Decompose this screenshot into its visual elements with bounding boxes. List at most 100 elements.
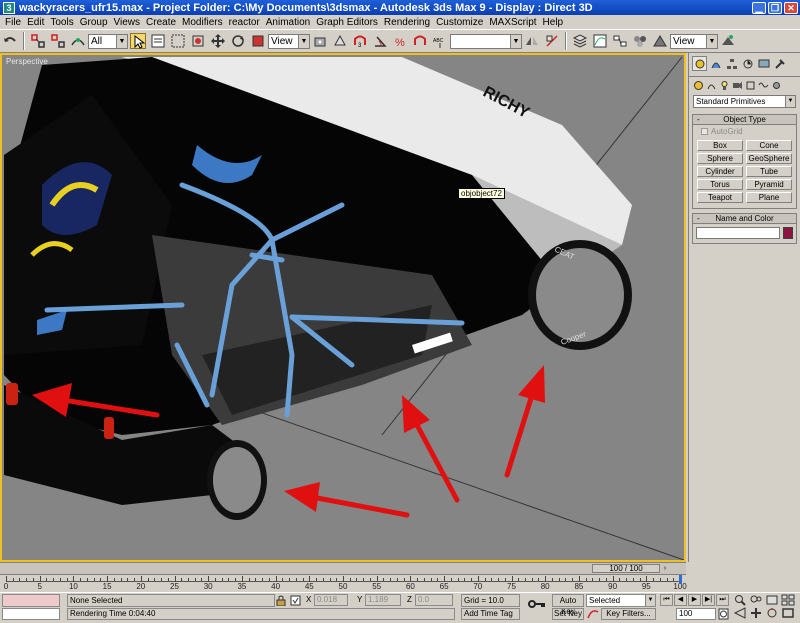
material-editor-icon[interactable] bbox=[632, 33, 648, 49]
pan-view-icon[interactable] bbox=[749, 607, 763, 619]
lights-icon[interactable] bbox=[718, 79, 730, 91]
tube-button[interactable]: Tube bbox=[746, 166, 792, 177]
add-time-tag-button[interactable]: Add Time Tag bbox=[461, 608, 520, 620]
cone-button[interactable]: Cone bbox=[746, 140, 792, 151]
menu-help[interactable]: Help bbox=[540, 17, 567, 28]
object-color-swatch[interactable] bbox=[783, 227, 793, 239]
set-key-button[interactable]: Set Key bbox=[552, 608, 584, 620]
next-frame-icon[interactable]: ▶| bbox=[702, 594, 715, 606]
menu-graph-editors[interactable]: Graph Editors bbox=[313, 17, 381, 28]
named-selection-set-dropdown[interactable]: ▼ bbox=[450, 33, 522, 49]
arc-rotate-icon[interactable] bbox=[765, 607, 779, 619]
render-view-dropdown[interactable]: View ▼ bbox=[670, 33, 718, 49]
select-and-rotate-icon[interactable] bbox=[230, 33, 246, 49]
helpers-icon[interactable] bbox=[744, 79, 756, 91]
percent-snap-icon[interactable]: % bbox=[392, 33, 408, 49]
object-type-rollout-header[interactable]: - Object Type bbox=[693, 114, 796, 125]
menu-rendering[interactable]: Rendering bbox=[381, 17, 433, 28]
layer-manager-icon[interactable] bbox=[572, 33, 588, 49]
geometry-icon[interactable] bbox=[692, 79, 704, 91]
select-and-scale-icon[interactable] bbox=[250, 33, 266, 49]
field-of-view-icon[interactable] bbox=[733, 607, 747, 619]
time-slider-next-arrow[interactable]: › bbox=[660, 564, 670, 573]
go-to-start-icon[interactable]: ⏮ bbox=[660, 594, 673, 606]
time-slider-thumb[interactable]: 100 / 100 bbox=[592, 564, 660, 573]
play-icon[interactable]: ▶ bbox=[688, 594, 701, 606]
menu-modifiers[interactable]: Modifiers bbox=[179, 17, 226, 28]
menu-reactor[interactable]: reactor bbox=[226, 17, 263, 28]
reference-coordinate-dropdown[interactable]: View ▼ bbox=[268, 33, 310, 49]
menu-animation[interactable]: Animation bbox=[263, 17, 313, 28]
maximize-button[interactable]: ❐ bbox=[768, 1, 782, 14]
viewport-label[interactable]: Perspective bbox=[6, 57, 48, 66]
mirror-icon[interactable] bbox=[524, 33, 540, 49]
hierarchy-tab-icon[interactable] bbox=[724, 56, 739, 71]
menu-views[interactable]: Views bbox=[111, 17, 144, 28]
x-coord-field[interactable]: 0.018 bbox=[314, 594, 348, 606]
zoom-all-icon[interactable] bbox=[749, 594, 763, 606]
current-frame-field[interactable]: 100 bbox=[676, 608, 716, 620]
object-name-field[interactable] bbox=[696, 227, 780, 239]
close-button[interactable]: ✕ bbox=[784, 1, 798, 14]
snaps-toggle-icon[interactable]: 3 bbox=[352, 33, 368, 49]
go-to-end-icon[interactable]: ⏭ bbox=[716, 594, 729, 606]
time-configuration-icon[interactable] bbox=[718, 608, 729, 620]
edit-named-selections-icon[interactable]: ABC bbox=[432, 33, 448, 49]
pivot-center-icon[interactable] bbox=[312, 33, 328, 49]
shapes-icon[interactable] bbox=[705, 79, 717, 91]
modify-tab-icon[interactable] bbox=[708, 56, 723, 71]
z-coord-field[interactable]: 0.0 bbox=[415, 594, 453, 606]
space-warps-icon[interactable] bbox=[757, 79, 769, 91]
select-object-icon[interactable] bbox=[130, 33, 146, 49]
zoom-extents-icon[interactable] bbox=[765, 594, 779, 606]
sphere-button[interactable]: Sphere bbox=[697, 153, 743, 164]
rectangular-selection-icon[interactable] bbox=[170, 33, 186, 49]
utilities-tab-icon[interactable] bbox=[772, 56, 787, 71]
systems-icon[interactable] bbox=[770, 79, 782, 91]
menu-create[interactable]: Create bbox=[143, 17, 179, 28]
autogrid-checkbox[interactable]: AutoGrid bbox=[693, 125, 796, 138]
select-and-manipulate-icon[interactable] bbox=[332, 33, 348, 49]
motion-tab-icon[interactable] bbox=[740, 56, 755, 71]
set-key-icon[interactable] bbox=[528, 599, 546, 609]
key-mode-dropdown[interactable]: Selected ▼ bbox=[586, 594, 656, 607]
key-filter-icon[interactable] bbox=[586, 608, 600, 620]
teapot-button[interactable]: Teapot bbox=[697, 192, 743, 203]
menu-group[interactable]: Group bbox=[77, 17, 111, 28]
plane-button[interactable]: Plane bbox=[746, 192, 792, 203]
render-scene-icon[interactable] bbox=[652, 33, 668, 49]
cameras-icon[interactable] bbox=[731, 79, 743, 91]
unlink-selection-icon[interactable] bbox=[50, 33, 66, 49]
key-filters-button[interactable]: Key Filters... bbox=[601, 608, 656, 620]
select-and-link-icon[interactable] bbox=[30, 33, 46, 49]
track-bar[interactable]: 0 5 10 15 20 25 30 35 40 45 50 55 60 65 70 75 80 85 90 95 10… bbox=[0, 574, 687, 592]
display-tab-icon[interactable] bbox=[756, 56, 771, 71]
box-button[interactable]: Box bbox=[697, 140, 743, 151]
zoom-icon[interactable] bbox=[733, 594, 747, 606]
select-and-move-icon[interactable] bbox=[210, 33, 226, 49]
schematic-view-icon[interactable] bbox=[612, 33, 628, 49]
primitive-type-dropdown[interactable]: Standard Primitives ▼ bbox=[693, 95, 796, 108]
auto-key-button[interactable]: Auto Key bbox=[552, 594, 584, 616]
maximize-viewport-icon[interactable] bbox=[781, 607, 795, 619]
pyramid-button[interactable]: Pyramid bbox=[746, 179, 792, 190]
angle-snap-icon[interactable] bbox=[372, 33, 388, 49]
select-by-name-icon[interactable] bbox=[150, 33, 166, 49]
spinner-snap-icon[interactable] bbox=[412, 33, 428, 49]
name-and-color-rollout-header[interactable]: - Name and Color bbox=[693, 213, 796, 224]
maxscript-listener-mini[interactable] bbox=[2, 594, 60, 607]
absolute-mode-icon[interactable] bbox=[290, 595, 301, 606]
torus-button[interactable]: Torus bbox=[697, 179, 743, 190]
menu-tools[interactable]: Tools bbox=[47, 17, 76, 28]
zoom-extents-all-icon[interactable] bbox=[781, 594, 795, 606]
y-coord-field[interactable]: 1.189 bbox=[365, 594, 401, 606]
menu-customize[interactable]: Customize bbox=[433, 17, 486, 28]
quick-render-icon[interactable] bbox=[720, 33, 736, 49]
app-icon[interactable]: 3 bbox=[3, 1, 15, 14]
previous-frame-icon[interactable]: ◀ bbox=[674, 594, 687, 606]
cylinder-button[interactable]: Cylinder bbox=[697, 166, 743, 177]
selection-filter-dropdown[interactable]: All ▼ bbox=[88, 33, 128, 49]
minimize-button[interactable]: ▁ bbox=[752, 1, 766, 14]
bind-space-warp-icon[interactable] bbox=[70, 33, 86, 49]
window-crossing-icon[interactable] bbox=[190, 33, 206, 49]
